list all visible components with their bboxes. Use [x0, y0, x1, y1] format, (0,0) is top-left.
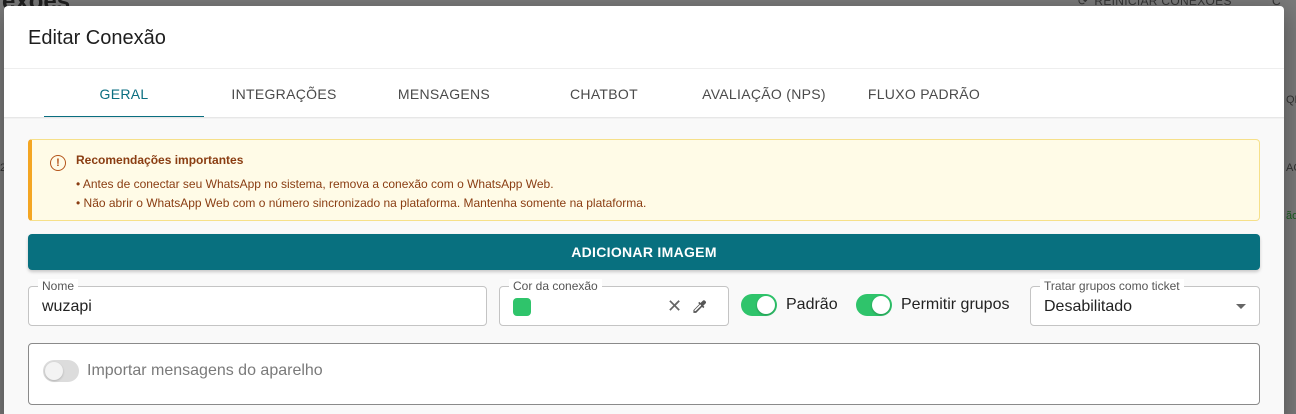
default-switch-label: Padrão — [786, 296, 838, 313]
alert-title: Recomendações importantes — [76, 153, 244, 167]
allow-groups-toggle[interactable] — [856, 294, 892, 316]
name-field-label: Nome — [38, 279, 79, 293]
tab-fluxo-padrao[interactable]: FLUXO PADRÃO — [844, 69, 1004, 118]
chevron-down-icon — [1236, 304, 1246, 309]
import-messages-box: Importar mensagens do aparelho — [28, 343, 1260, 405]
connection-color-label: Cor da conexão — [509, 279, 602, 293]
alert-item: • Não abrir o WhatsApp Web com o número … — [76, 196, 647, 210]
info-icon: ! — [50, 155, 66, 171]
name-field[interactable]: Nome wuzapi — [28, 279, 487, 326]
allow-groups-switch[interactable]: Permitir grupos — [856, 292, 1009, 318]
general-tab-content: ! Recomendações importantes • Antes de c… — [4, 119, 1284, 414]
edit-connection-dialog: Editar Conexão GERAL INTEGRAÇÕES MENSAGE… — [4, 6, 1284, 414]
import-messages-label: Importar mensagens do aparelho — [87, 362, 323, 379]
tab-geral[interactable]: GERAL — [44, 69, 204, 118]
add-image-button[interactable]: ADICIONAR IMAGEM — [28, 234, 1260, 270]
group-ticket-select[interactable]: Tratar grupos como ticket Desabilitado — [1030, 279, 1260, 326]
import-messages-toggle[interactable] — [43, 360, 79, 382]
close-icon[interactable]: ✕ — [667, 296, 682, 316]
tab-chatbot[interactable]: CHATBOT — [524, 69, 684, 118]
alert-item: • Antes de conectar seu WhatsApp no sist… — [76, 177, 554, 191]
group-ticket-value: Desabilitado — [1044, 298, 1133, 315]
tab-avaliacao-nps[interactable]: AVALIAÇÃO (NPS) — [684, 69, 844, 118]
default-toggle[interactable] — [741, 294, 777, 316]
eyedropper-icon[interactable] — [689, 297, 709, 317]
dialog-title: Editar Conexão — [28, 27, 166, 49]
background-column-text: AÇÃO — [1286, 162, 1296, 174]
group-ticket-label: Tratar grupos como ticket — [1040, 279, 1184, 293]
color-swatch[interactable] — [513, 298, 531, 316]
tab-integracoes[interactable]: INTEGRAÇÕES — [204, 69, 364, 118]
default-switch[interactable]: Padrão — [741, 292, 838, 318]
toggle-knob — [757, 296, 775, 314]
tab-mensagens[interactable]: MENSAGENS — [364, 69, 524, 118]
allow-groups-label: Permitir grupos — [901, 296, 1010, 313]
background-column-text: QR — [1286, 94, 1296, 106]
recommendations-alert: ! Recomendações importantes • Antes de c… — [28, 139, 1260, 221]
toggle-knob — [872, 296, 890, 314]
connection-color-field[interactable]: Cor da conexão ✕ — [499, 279, 729, 326]
toggle-knob — [45, 362, 63, 380]
background-status-text: ão — [1286, 210, 1296, 222]
name-field-value: wuzapi — [42, 298, 92, 315]
